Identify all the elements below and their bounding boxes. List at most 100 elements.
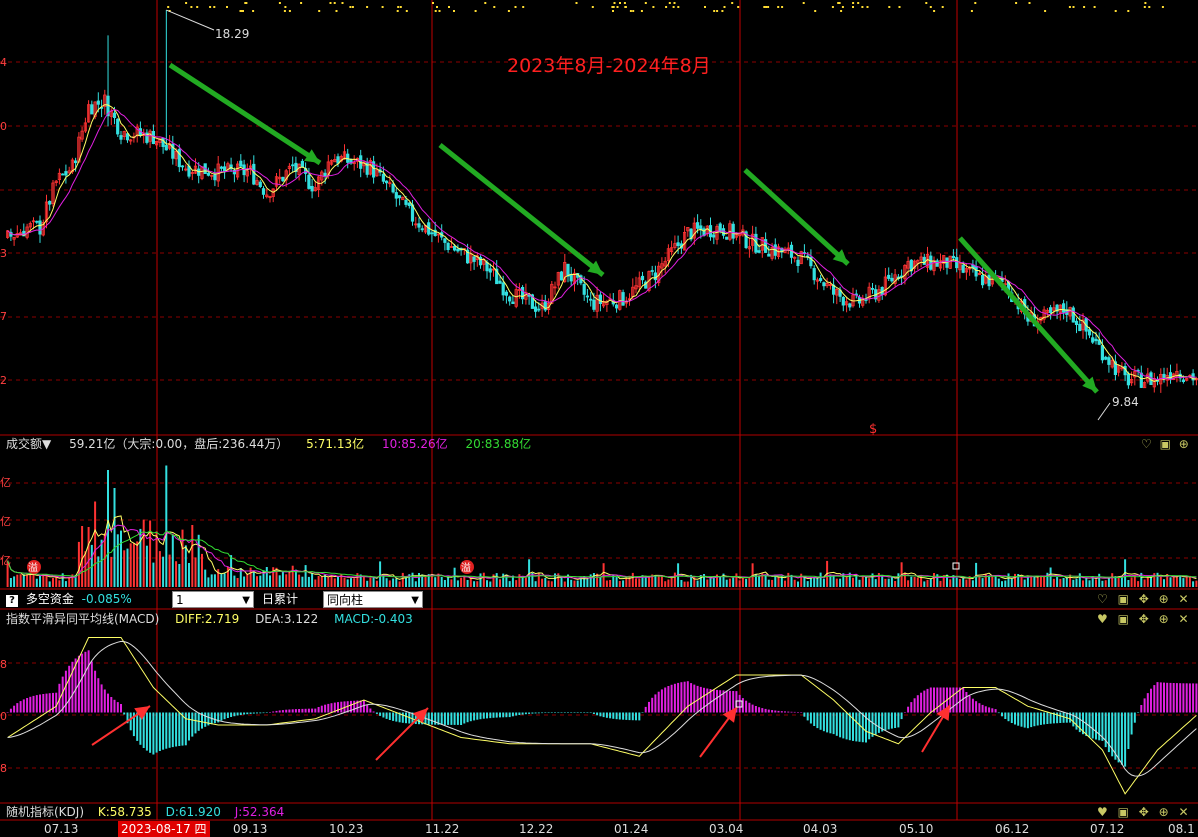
volume-bar xyxy=(463,576,466,587)
volume-bar xyxy=(599,576,602,587)
volume-badge-1[interactable]: 溢 xyxy=(27,560,41,574)
volume-bar xyxy=(1146,576,1149,587)
zoom-icon[interactable]: ⊕ xyxy=(1179,437,1189,451)
macd-histogram-bar xyxy=(738,694,741,713)
macd-histogram-bar xyxy=(771,710,774,713)
volume-bar xyxy=(1195,580,1198,587)
volume-bar xyxy=(401,572,404,587)
heart-icon[interactable]: ♡ xyxy=(1097,592,1108,606)
volume-bar xyxy=(515,580,518,587)
volume-bar xyxy=(204,569,207,587)
macd-histogram-bar xyxy=(955,687,958,713)
heart-icon[interactable]: ♥ xyxy=(1097,612,1108,626)
macd-histogram-bar xyxy=(728,690,731,713)
macd-histogram-bar xyxy=(388,712,391,720)
macd-histogram-bar xyxy=(1133,712,1136,723)
move-icon[interactable]: ✥ xyxy=(1139,805,1149,819)
kdj-j: J:52.364 xyxy=(234,805,285,819)
volume-bar xyxy=(625,577,628,587)
volume-bar xyxy=(547,580,550,587)
macd-histogram-bar xyxy=(239,712,242,715)
move-icon[interactable]: ✥ xyxy=(1139,592,1149,606)
macd-histogram-bar xyxy=(1062,712,1065,723)
macd-histogram-bar xyxy=(68,665,71,713)
window-icon[interactable]: ▣ xyxy=(1160,437,1171,451)
window-icon[interactable]: ▣ xyxy=(1118,805,1129,819)
event-dot xyxy=(284,6,287,8)
volume-bar xyxy=(443,580,446,587)
macd-histogram-bar xyxy=(165,712,168,749)
volume-bar xyxy=(615,577,618,587)
move-icon[interactable]: ✥ xyxy=(1139,612,1149,626)
kdj-title[interactable]: 随机指标(KDJ) xyxy=(6,805,84,819)
volume-bar xyxy=(120,530,122,587)
volume-bar xyxy=(375,580,378,587)
bar-mode-select[interactable]: 同向柱 ▼ xyxy=(323,591,423,608)
volume-bar xyxy=(411,572,414,587)
zoom-icon[interactable]: ⊕ xyxy=(1159,805,1169,819)
volume-bar xyxy=(897,573,900,587)
volume-title[interactable]: 成交额▼ xyxy=(6,437,51,451)
volume-bar xyxy=(188,563,190,587)
candle-body xyxy=(1100,345,1104,361)
volume-bar xyxy=(311,573,314,587)
macd-tick-3: 8 xyxy=(0,762,7,775)
zoom-icon[interactable]: ⊕ xyxy=(1159,612,1169,626)
macd-tick-2: 0 xyxy=(0,710,7,723)
macd-histogram-bar xyxy=(103,689,106,713)
volume-bar xyxy=(191,525,194,587)
close-icon[interactable]: ✕ xyxy=(1179,592,1189,606)
volume-bar xyxy=(87,527,90,587)
macd-histogram-bar xyxy=(220,712,223,721)
volume-bar xyxy=(460,577,463,587)
macd-histogram-bar xyxy=(1017,712,1020,726)
close-icon[interactable]: ✕ xyxy=(1179,805,1189,819)
macd-histogram-bar xyxy=(877,712,880,733)
macd-histogram-bar xyxy=(120,704,122,713)
candle-body xyxy=(488,268,492,273)
candle-body xyxy=(935,260,939,267)
capital-bar: ? 多空资金 -0.085% xyxy=(6,591,132,608)
volume-bar xyxy=(1043,576,1046,587)
macd-histogram-bar xyxy=(288,709,291,713)
candle-body xyxy=(35,220,39,223)
macd-histogram-bar xyxy=(1056,712,1059,724)
volume-bar xyxy=(126,548,129,587)
volume-bar xyxy=(994,576,997,587)
heart-icon[interactable]: ♥ xyxy=(1097,805,1108,819)
period-select[interactable]: 1 ▼ xyxy=(172,591,254,608)
event-dot xyxy=(716,10,719,12)
volume-badge-2[interactable]: 溢 xyxy=(460,560,474,574)
help-icon[interactable]: ? xyxy=(6,595,18,607)
volume-bar xyxy=(447,577,450,587)
macd-title[interactable]: 指数平滑异同平均线(MACD) xyxy=(6,612,159,626)
volume-bar xyxy=(1098,573,1101,587)
volume-bar xyxy=(440,577,443,587)
x-label-11: 07.12 xyxy=(1090,822,1125,836)
volume-bar xyxy=(39,575,41,587)
volume-bar xyxy=(573,580,576,587)
price-ma-10 xyxy=(7,108,1197,381)
macd-histogram-bar xyxy=(22,699,25,713)
macd-histogram-bar xyxy=(1091,712,1094,739)
volume-bar xyxy=(388,580,391,587)
close-icon[interactable]: ✕ xyxy=(1179,612,1189,626)
volume-bar xyxy=(100,539,103,587)
macd-histogram-bar xyxy=(887,712,890,730)
window-icon[interactable]: ▣ xyxy=(1118,612,1129,626)
heart-icon[interactable]: ♡ xyxy=(1141,437,1152,451)
volume-bar xyxy=(635,578,637,587)
candle-body xyxy=(1049,307,1053,314)
volume-bar xyxy=(673,572,676,587)
macd-histogram-bar xyxy=(635,712,637,721)
event-dot xyxy=(1015,2,1018,4)
macd-histogram-bar xyxy=(152,712,155,755)
event-dot xyxy=(852,6,854,8)
window-icon[interactable]: ▣ xyxy=(1118,592,1129,606)
macd-histogram-bar xyxy=(460,712,463,725)
candle-body xyxy=(307,174,311,189)
macd-histogram-bar xyxy=(155,712,158,753)
macd-histogram-bar xyxy=(136,712,139,741)
candle-body xyxy=(1074,320,1079,326)
zoom-icon[interactable]: ⊕ xyxy=(1159,592,1169,606)
